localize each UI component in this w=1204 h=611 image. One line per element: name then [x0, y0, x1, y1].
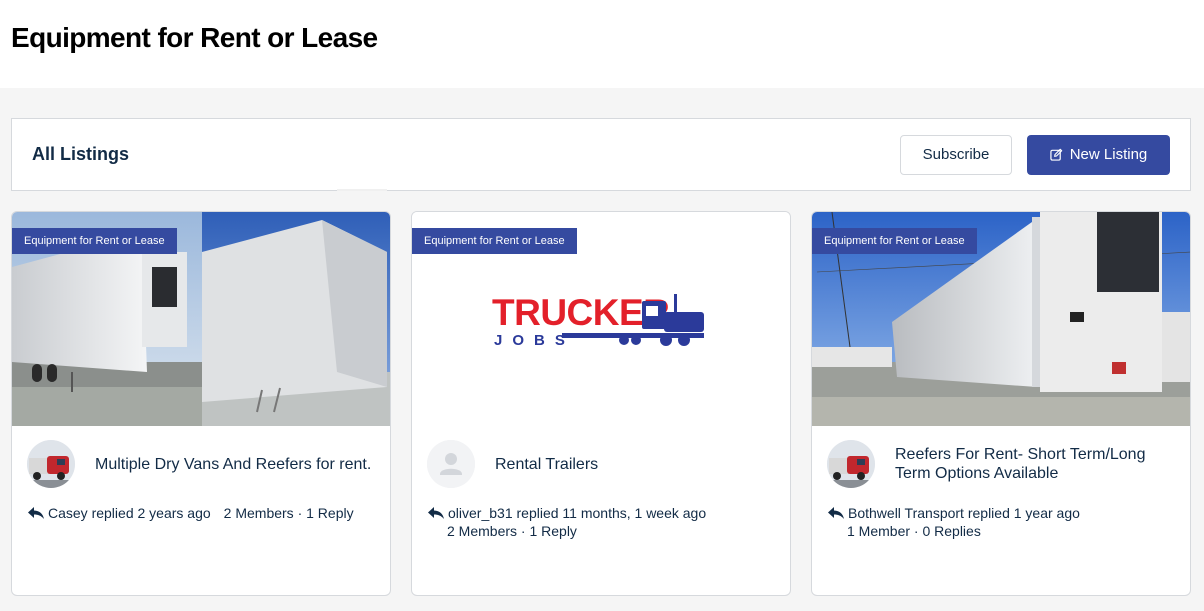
listing-image[interactable]: TRUCKER JOBS Equipment for Rent or Lease	[412, 212, 790, 426]
truck-avatar-image	[27, 440, 75, 488]
truck-avatar-image	[827, 440, 875, 488]
member-reply-count: 1 Member · 0 Replies	[847, 523, 981, 539]
page-title: Equipment for Rent or Lease	[11, 22, 378, 53]
card-body: Reefers For Rent- Short Term/Long Term O…	[812, 426, 1190, 554]
edit-icon	[1050, 148, 1062, 161]
new-listing-button[interactable]: New Listing	[1027, 134, 1170, 175]
listing-meta: Casey replied 2 years ago 2 Members · 1 R…	[27, 504, 375, 522]
avatar[interactable]	[427, 440, 475, 488]
listing-meta: Bothwell Transport replied 1 year ago 1 …	[827, 504, 1175, 540]
member-reply-count: 2 Members · 1 Reply	[447, 523, 577, 539]
avatar[interactable]	[27, 440, 75, 488]
listing-card[interactable]: Equipment for Rent or Lease Reefers For …	[811, 211, 1191, 596]
default-avatar-icon	[427, 440, 475, 488]
listing-card[interactable]: TRUCKER JOBS Equipment for Rent or Lease	[411, 211, 791, 596]
listing-image[interactable]: Equipment for Rent or Lease	[12, 212, 390, 426]
page-header: Equipment for Rent or Lease	[0, 0, 1204, 88]
listing-title[interactable]: Multiple Dry Vans And Reefers for rent.	[95, 455, 371, 474]
all-listings-title: All Listings	[32, 144, 130, 164]
listing-title[interactable]: Reefers For Rent- Short Term/Long Term O…	[895, 445, 1175, 483]
card-body: Rental Trailers oliver_b31 replied 11 mo…	[412, 426, 790, 554]
last-reply: Casey replied 2 years ago	[48, 505, 211, 521]
category-tag[interactable]: Equipment for Rent or Lease	[812, 228, 977, 254]
listing-image[interactable]: Equipment for Rent or Lease	[812, 212, 1190, 426]
listing-meta: oliver_b31 replied 11 months, 1 week ago…	[427, 504, 775, 540]
bar-divider	[337, 189, 387, 191]
category-tag[interactable]: Equipment for Rent or Lease	[12, 228, 177, 254]
listings-bar: All Listings Subscribe New Listing	[11, 118, 1191, 191]
subscribe-button[interactable]: Subscribe	[900, 134, 1012, 175]
new-listing-label: New Listing	[1069, 146, 1148, 163]
last-reply: Bothwell Transport replied 1 year ago	[848, 505, 1080, 521]
reply-icon	[828, 507, 844, 519]
reply-icon	[28, 507, 44, 519]
category-tag[interactable]: Equipment for Rent or Lease	[412, 228, 577, 254]
listing-card[interactable]: Equipment for Rent or Lease Multiple Dry…	[11, 211, 391, 596]
member-reply-count: 2 Members · 1 Reply	[223, 505, 354, 521]
avatar[interactable]	[827, 440, 875, 488]
card-body: Multiple Dry Vans And Reefers for rent. …	[12, 426, 390, 536]
listing-title[interactable]: Rental Trailers	[495, 455, 598, 474]
last-reply: oliver_b31 replied 11 months, 1 week ago	[448, 505, 707, 521]
bar-actions: Subscribe New Listing	[900, 134, 1170, 175]
reply-icon	[428, 507, 444, 519]
